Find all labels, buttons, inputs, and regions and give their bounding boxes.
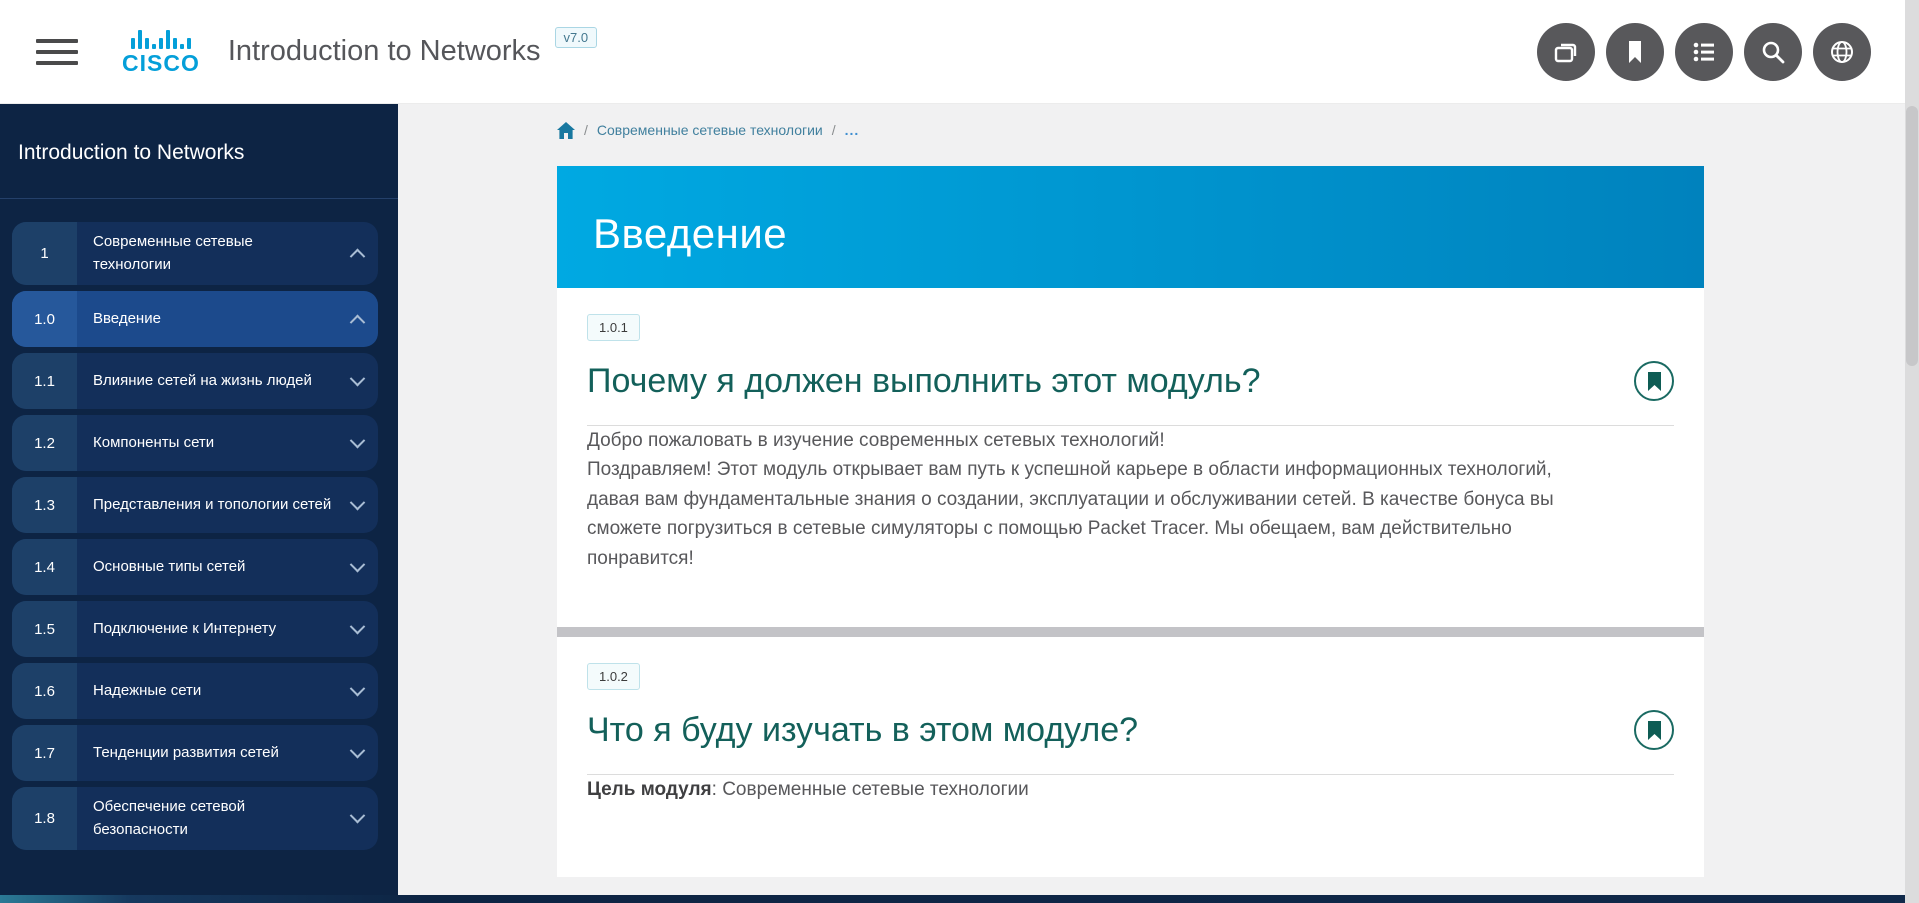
item-number: 1.7 [12, 725, 77, 781]
section-divider [557, 627, 1704, 637]
version-badge: v7.0 [555, 27, 598, 48]
chevron-down-icon[interactable] [336, 353, 378, 409]
page-scrollbar[interactable] [1905, 0, 1919, 903]
topic-number-badge: 1.0.2 [587, 663, 640, 690]
item-number: 1 [12, 222, 77, 285]
bookmark-toggle-icon[interactable] [1634, 710, 1674, 750]
item-number: 1.2 [12, 415, 77, 471]
item-label: Влияние сетей на жизнь людей [77, 353, 336, 409]
item-number: 1.1 [12, 353, 77, 409]
item-label: Компоненты сети [77, 415, 336, 471]
lesson-content: / Современные сетевые технологии / ... В… [557, 104, 1704, 877]
breadcrumb-link-module[interactable]: Современные сетевые технологии [597, 122, 823, 138]
item-label: Представления и топологии сетей [77, 477, 336, 533]
chevron-up-icon[interactable] [336, 291, 378, 347]
item-label: Обеспечение сетевой безопасности [77, 787, 336, 850]
sidebar-course-title: Introduction to Networks [0, 104, 398, 199]
item-label: Подключение к Интернету [77, 601, 336, 657]
cisco-bars-icon [131, 29, 191, 49]
sidebar-item-1-0[interactable]: 1.0 Введение [12, 291, 378, 347]
item-label: Надежные сети [77, 663, 336, 719]
item-number: 1.5 [12, 601, 77, 657]
topic-card-1-0-1: 1.0.1 Почему я должен выполнить этот мод… [557, 288, 1704, 627]
home-icon[interactable] [557, 122, 575, 139]
header-toolbar [1537, 23, 1871, 81]
breadcrumb-separator: / [832, 122, 836, 138]
chevron-down-icon[interactable] [336, 415, 378, 471]
chevron-down-icon[interactable] [336, 539, 378, 595]
hamburger-menu-icon[interactable] [36, 32, 78, 72]
topic-heading: Что я буду изучать в этом модуле? [587, 711, 1138, 750]
scrollbar-thumb[interactable] [1906, 106, 1918, 366]
module-list: 1 Современные сетевые технологии 1.0 Вве… [0, 199, 398, 850]
banner-title: Введение [593, 210, 787, 258]
breadcrumb-ellipsis[interactable]: ... [845, 122, 860, 138]
bottom-progress-bar [0, 895, 1919, 903]
cisco-logo-text: CISCO [122, 52, 200, 75]
course-title: Introduction to Networks [228, 35, 541, 68]
topic-card-1-0-2: 1.0.2 Что я буду изучать в этом модуле? … [557, 637, 1704, 877]
sidebar-item-1-3[interactable]: 1.3 Представления и топологии сетей [12, 477, 378, 533]
item-number: 1.4 [12, 539, 77, 595]
bookmarks-icon[interactable] [1606, 23, 1664, 81]
chevron-down-icon[interactable] [336, 787, 378, 850]
search-icon[interactable] [1744, 23, 1802, 81]
item-label: Введение [77, 291, 336, 347]
sidebar-item-1-7[interactable]: 1.7 Тенденции развития сетей [12, 725, 378, 781]
sidebar-item-1-4[interactable]: 1.4 Основные типы сетей [12, 539, 378, 595]
sidebar-item-1-5[interactable]: 1.5 Подключение к Интернету [12, 601, 378, 657]
item-label: Тенденции развития сетей [77, 725, 336, 781]
course-viewer: CISCO Introduction to Networks v7.0 [0, 0, 1919, 903]
chevron-down-icon[interactable] [336, 477, 378, 533]
globe-icon[interactable] [1813, 23, 1871, 81]
bookmark-toggle-icon[interactable] [1634, 361, 1674, 401]
item-number: 1.8 [12, 787, 77, 850]
sidebar-item-1-1[interactable]: 1.1 Влияние сетей на жизнь людей [12, 353, 378, 409]
chevron-up-icon[interactable] [336, 222, 378, 285]
sidebar-item-1[interactable]: 1 Современные сетевые технологии [12, 222, 378, 285]
item-number: 1.6 [12, 663, 77, 719]
cisco-logo: CISCO [122, 29, 200, 75]
breadcrumb-separator: / [584, 122, 588, 138]
sidebar-item-1-8[interactable]: 1.8 Обеспечение сетевой безопасности [12, 787, 378, 850]
section-banner: Введение [557, 166, 1704, 288]
pages-icon[interactable] [1537, 23, 1595, 81]
item-label: Основные типы сетей [77, 539, 336, 595]
table-of-contents-icon[interactable] [1675, 23, 1733, 81]
sidebar-item-1-2[interactable]: 1.2 Компоненты сети [12, 415, 378, 471]
breadcrumb: / Современные сетевые технологии / ... [557, 120, 1704, 140]
sidebar-item-1-6[interactable]: 1.6 Надежные сети [12, 663, 378, 719]
topic-heading: Почему я должен выполнить этот модуль? [587, 362, 1260, 401]
paragraph: Поздравляем! Этот модуль открывает вам п… [587, 455, 1607, 627]
topic-number-badge: 1.0.1 [587, 314, 640, 341]
module-objective: Цель модуля: Современные сетевые техноло… [587, 775, 1607, 864]
course-sidebar: Introduction to Networks 1 Современные с… [0, 104, 398, 903]
paragraph: Добро пожаловать в изучение современных … [587, 426, 1607, 455]
top-header: CISCO Introduction to Networks v7.0 [0, 0, 1919, 104]
chevron-down-icon[interactable] [336, 725, 378, 781]
item-number: 1.0 [12, 291, 77, 347]
chevron-down-icon[interactable] [336, 663, 378, 719]
chevron-down-icon[interactable] [336, 601, 378, 657]
item-number: 1.3 [12, 477, 77, 533]
item-label: Современные сетевые технологии [77, 222, 336, 285]
